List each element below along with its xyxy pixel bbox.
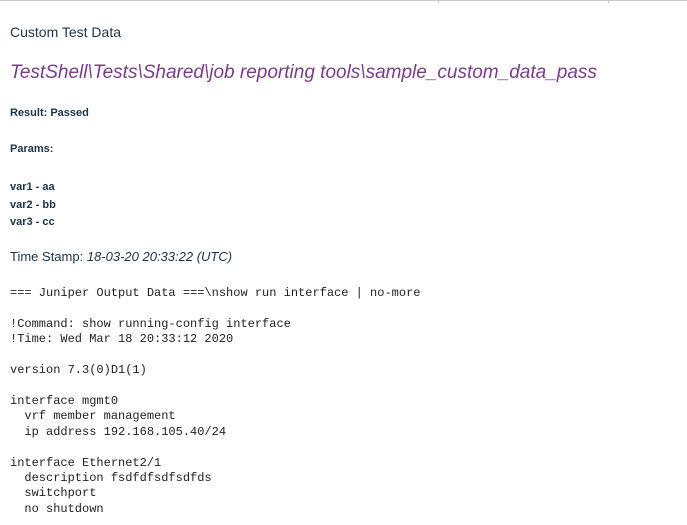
- output-line: interface Ethernet2/1: [10, 455, 162, 470]
- output-line: vrf member management: [10, 409, 176, 424]
- param-item: var2 - bb: [10, 198, 56, 211]
- report-page: { "report": { "heading": "Custom Test Da…: [0, 0, 687, 525]
- output-line: version 7.3(0)D1(1): [10, 363, 147, 378]
- params-heading: Params:: [10, 143, 54, 155]
- output-blank-line: [10, 348, 291, 363]
- output-blank-line: [10, 379, 291, 394]
- param-item: var3 - cc: [10, 216, 55, 228]
- timestamp-label: Time Stamp:: [10, 249, 87, 264]
- timestamp: Time Stamp: 18-03-20 20:33:22 (UTC): [10, 249, 232, 264]
- output-data-header: === Juniper Output Data ===\nshow run in…: [10, 286, 421, 300]
- output-line: interface mgmt0: [10, 393, 119, 408]
- param-item: var1 - aa: [10, 181, 55, 193]
- test-path-title: TestShell\Tests\Shared\job reporting too…: [10, 62, 597, 83]
- output-blank-line: [10, 440, 291, 455]
- top-border-divider: [438, 0, 439, 3]
- output-line: switchport: [10, 486, 97, 501]
- output-line: !Time: Wed Mar 18 20:33:12 2020: [10, 332, 234, 347]
- output-line: !Command: show running-config interface: [10, 317, 291, 331]
- timestamp-value: 18-03-20 20:33:22 (UTC): [86, 249, 233, 264]
- top-border-divider: [608, 0, 609, 3]
- command-output-block: !Command: show running-config interface!…: [10, 317, 291, 517]
- top-border-line: [0, 0, 687, 1]
- output-line: no shutdown: [10, 501, 104, 516]
- result-status: Result: Passed: [10, 107, 89, 119]
- output-line: ip address 192.168.105.40/24: [10, 424, 227, 439]
- output-line: description fsdfdfsdfsdfds: [10, 470, 212, 485]
- params-list: var1 - aa var2 - bb var3 - cc: [10, 179, 56, 232]
- report-heading: Custom Test Data: [10, 24, 122, 40]
